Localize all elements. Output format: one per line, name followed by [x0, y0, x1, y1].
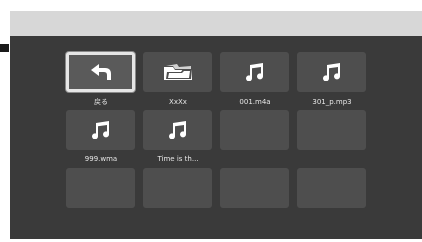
edge-marker: [0, 44, 9, 52]
empty-tile: [143, 168, 212, 208]
folder-tile[interactable]: [143, 52, 212, 92]
audio-file-tile[interactable]: [297, 52, 366, 92]
empty-tile: [66, 168, 135, 208]
media-browser-screen: 戻る XxXx 001.m4a 301_p.mp3 999.wma Time i…: [10, 11, 422, 239]
empty-tile: [220, 168, 289, 208]
music-note-icon: [168, 121, 186, 139]
audio-file-tile[interactable]: [220, 52, 289, 92]
music-note-icon: [91, 121, 109, 139]
title-bar: [10, 11, 422, 36]
audio-file-tile[interactable]: [66, 110, 135, 150]
tile-caption: 301_p.mp3: [312, 98, 352, 106]
folder-icon: [163, 64, 192, 80]
tile-caption: 001.m4a: [239, 98, 271, 106]
tile-caption: XxXx: [169, 98, 187, 106]
tile-caption: 999.wma: [84, 155, 118, 163]
music-note-icon: [322, 63, 340, 81]
empty-tile: [297, 110, 366, 150]
tile-caption: Time is th...: [157, 155, 199, 163]
back-arrow-icon: [90, 64, 111, 80]
empty-tile: [297, 168, 366, 208]
audio-file-tile[interactable]: [143, 110, 212, 150]
empty-tile: [220, 110, 289, 150]
back-tile[interactable]: [66, 52, 135, 92]
tile-caption: 戻る: [94, 98, 108, 106]
music-note-icon: [245, 63, 263, 81]
